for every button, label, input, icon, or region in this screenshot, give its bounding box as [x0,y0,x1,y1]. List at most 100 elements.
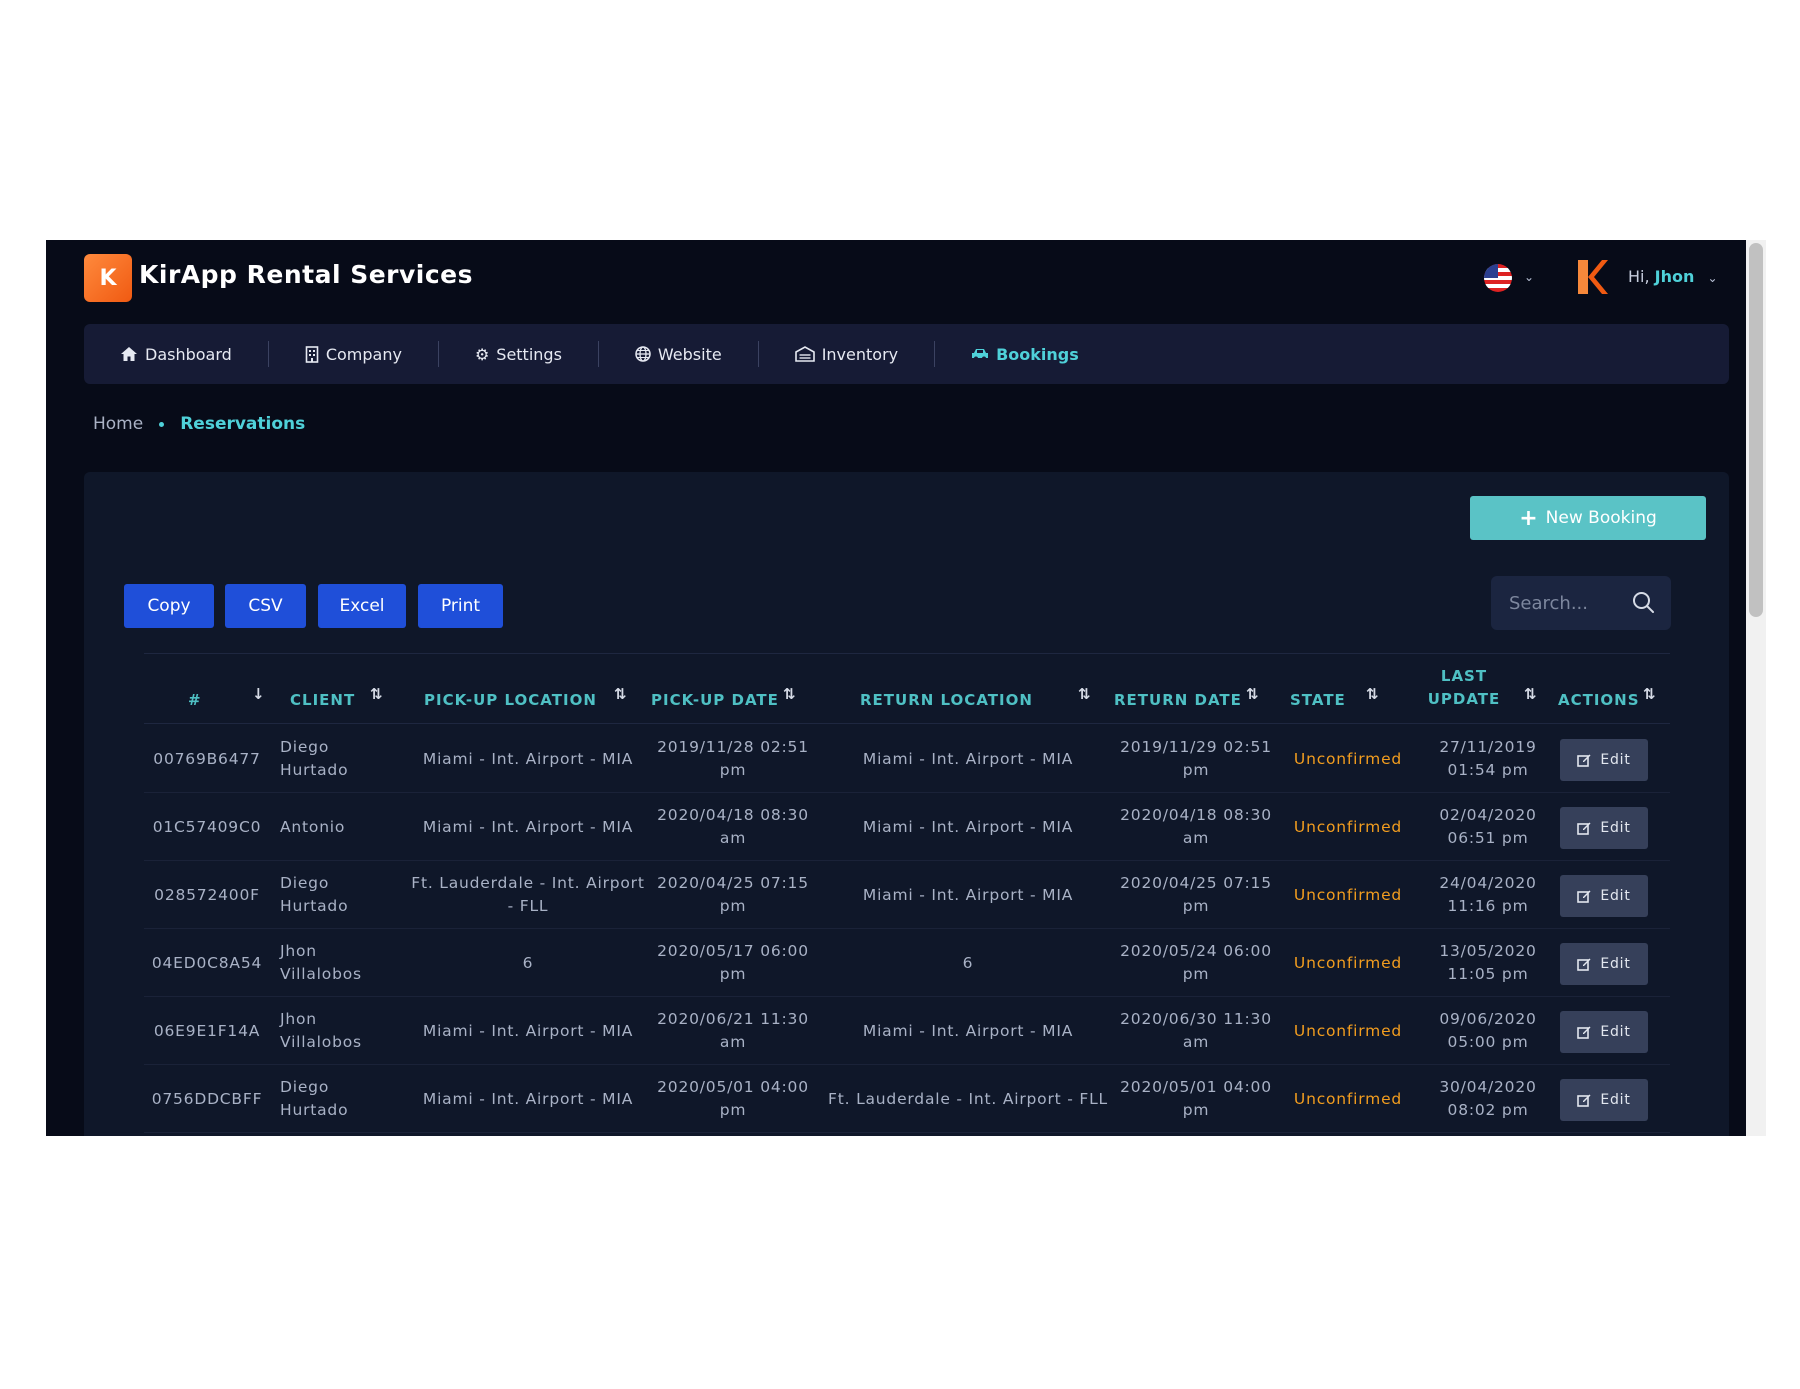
sort-icon[interactable]: ⇅ [1366,685,1379,703]
column-header-pickup-location[interactable]: PICK-UP LOCATION [424,689,597,712]
nav-item-company[interactable]: Company [305,345,402,364]
scrollbar-track[interactable] [1746,240,1766,1136]
new-booking-button[interactable]: + New Booking [1470,496,1706,540]
nav-label: Settings [496,344,562,364]
table-header: # ↓ CLIENT ⇅ PICK-UP LOCATION ⇅ PICK-UP … [144,654,1670,724]
table-row: 06E9E1F14A Jhon Villalobos Miami - Int. Ai… [144,997,1670,1065]
cell-client: Diego Hurtado [280,874,349,915]
edit-button[interactable]: Edit [1560,807,1648,849]
cell-pickup-location: Miami - Int. Airport - MIA [422,1021,634,1040]
cell-client: Jhon Villalobos [280,1010,362,1051]
nav-item-website[interactable]: Website [635,345,722,364]
cell-pickup-location: Miami - Int. Airport - MIA [422,817,634,836]
column-header-client[interactable]: CLIENT [290,689,355,712]
scrollbar-thumb[interactable] [1749,243,1763,617]
logo-letter: K [99,265,117,291]
sort-desc-icon[interactable]: ↓ [252,685,265,703]
app-window: K KirApp Rental Services ⌄ Hi, Jhon ⌄ Da… [46,240,1766,1136]
edit-label: Edit [1600,956,1631,972]
nav-item-settings[interactable]: ⚙ Settings [475,345,562,364]
cell-pickup-date: 2020/05/01 04:00 pm [657,1078,809,1119]
nav-label: Inventory [821,344,899,364]
edit-icon [1577,958,1591,971]
search-input[interactable] [1491,576,1621,630]
main-nav: Dashboard Company ⚙ Settings Website Inv… [84,324,1729,384]
column-header-pickup-date[interactable]: PICK-UP DATE [651,689,779,712]
print-button[interactable]: Print [418,584,503,628]
cell-return-location: Miami - Int. Airport - MIA [862,1021,1074,1040]
copy-button[interactable]: Copy [124,584,214,628]
edit-button[interactable]: Edit [1560,1011,1648,1053]
table-row: 028572400F Diego Hurtado Ft. Lauderdale - … [144,861,1670,929]
gears-icon: ⚙ [474,344,490,364]
edit-icon [1577,822,1591,835]
nav-item-bookings[interactable]: Bookings [971,345,1079,364]
cell-pickup-date: 2019/11/28 02:51 pm [657,738,809,779]
cell-state: Unconfirmed [1293,953,1403,972]
column-header-return-location[interactable]: RETURN LOCATION [860,689,1033,712]
column-header-state[interactable]: STATE [1290,689,1346,712]
sort-icon[interactable]: ⇅ [614,685,627,703]
search-box [1491,576,1671,630]
cell-pickup-location: 6 [522,953,534,972]
edit-button[interactable]: Edit [1560,1079,1648,1121]
edit-icon [1577,754,1591,767]
table-row: 01C57409C0 Antonio Miami - Int. Airport - … [144,793,1670,861]
sort-icon[interactable]: ⇅ [1524,685,1537,703]
nav-item-inventory[interactable]: Inventory [794,344,899,364]
brand-logo[interactable]: K [84,254,132,302]
excel-button[interactable]: Excel [318,584,406,628]
cell-id: 04ED0C8A54 [151,953,263,972]
cell-pickup-location: Ft. Lauderdale - Int. Airport - FLL [411,874,645,915]
sort-icon[interactable]: ⇅ [370,685,383,703]
language-flag-icon[interactable] [1484,264,1512,292]
cell-return-location: Miami - Int. Airport - MIA [862,817,1074,836]
reservations-card: + New Booking Copy CSV Excel Print # ↓ C… [84,472,1729,1136]
cell-state: Unconfirmed [1293,1021,1403,1040]
column-header-id[interactable]: # [188,689,202,712]
cell-return-date: 2020/04/25 07:15 pm [1120,874,1272,915]
cell-last-update: 13/05/2020 11:05 pm [1439,942,1537,983]
sort-icon[interactable]: ⇅ [1246,685,1259,703]
table-row: 00769B6477 Diego Hurtado Miami - Int. Airp… [144,725,1670,793]
edit-icon [1577,1094,1591,1107]
user-menu[interactable]: Hi, Jhon ⌄ [1628,267,1718,286]
nav-divider [437,341,439,367]
cell-id: 00769B6477 [153,749,261,768]
breadcrumb-home[interactable]: Home [93,414,143,434]
cell-state: Unconfirmed [1293,749,1403,768]
warehouse-icon [794,346,815,362]
cell-pickup-date: 2020/04/18 08:30 am [657,806,809,847]
cell-state: Unconfirmed [1293,817,1403,836]
edit-label: Edit [1600,888,1631,904]
edit-button[interactable]: Edit [1560,875,1648,917]
nav-item-dashboard[interactable]: Dashboard [120,345,232,364]
nav-label: Website [657,344,722,364]
edit-icon [1577,1026,1591,1039]
cell-client: Jhon Villalobos [280,942,362,983]
cell-client: Diego Hurtado [280,1078,349,1119]
chevron-down-icon[interactable]: ⌄ [1524,270,1534,284]
plus-icon: + [1519,505,1538,531]
cell-client: Diego Hurtado [280,738,349,779]
column-header-actions[interactable]: ACTIONS [1558,689,1640,712]
cell-pickup-date: 2020/06/21 11:30 am [657,1010,809,1051]
sort-icon[interactable]: ⇅ [1078,685,1091,703]
cell-id: 0756DDCBFF [151,1089,263,1108]
cell-return-location: Miami - Int. Airport - MIA [862,749,1074,768]
edit-button[interactable]: Edit [1560,739,1648,781]
csv-button[interactable]: CSV [225,584,306,628]
edit-label: Edit [1600,820,1631,836]
nav-divider [597,341,599,367]
column-header-return-date[interactable]: RETURN DATE [1114,689,1242,712]
sort-icon[interactable]: ⇅ [783,685,796,703]
cell-id: 01C57409C0 [152,817,262,836]
edit-button[interactable]: Edit [1560,943,1648,985]
cell-return-date: 2020/05/01 04:00 pm [1120,1078,1272,1119]
table-row: 0756DDCBFF Diego Hurtado Miami - Int. Airp… [144,1065,1670,1133]
sort-icon[interactable]: ⇅ [1643,685,1656,703]
column-header-last-update[interactable]: LAST UPDATE [1416,665,1512,711]
cell-last-update: 27/11/2019 01:54 pm [1439,738,1537,779]
search-icon[interactable] [1631,590,1655,614]
breadcrumb: Home Reservations [93,414,305,434]
